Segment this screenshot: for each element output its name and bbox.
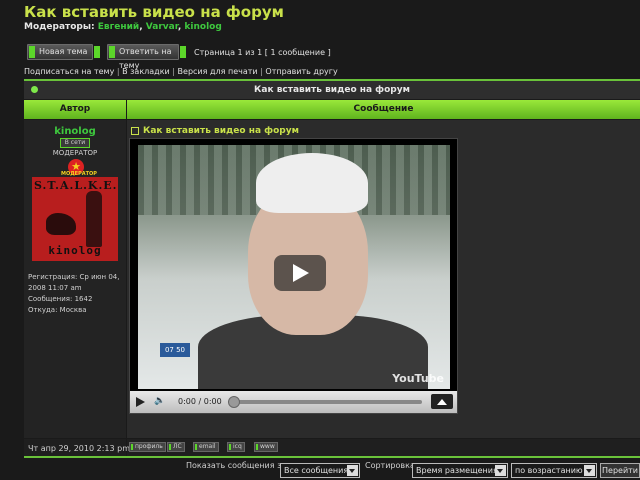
avatar-text-top: S.T.A.L.K.E.R <box>34 179 118 192</box>
online-badge: В сети <box>60 138 90 148</box>
author-registered: Регистрация: Ср июн 04, 2008 11:07 am <box>28 273 120 292</box>
go-button[interactable]: Перейти <box>600 463 640 478</box>
sort-label: Сортировка <box>365 461 415 470</box>
video-player[interactable]: 07 50 YouTube 🔈 0:00 / 0:00 <box>129 138 458 414</box>
show-posts-select[interactable]: Все сообщения <box>280 463 360 478</box>
sort-value: Время размещения <box>416 466 498 475</box>
sort-select[interactable]: Время размещения <box>412 463 508 478</box>
profile-button[interactable]: профиль <box>129 442 166 452</box>
author-panel: kinolog В сети МОДЕРАТОР ★ МОДЕРАТОР S.T… <box>24 120 126 438</box>
moderators-line: Модераторы: Евгений, Varvar, kinolog <box>24 22 222 32</box>
seek-bar[interactable] <box>228 400 422 404</box>
col-author-header: Автор <box>24 100 126 119</box>
email-friend-link[interactable]: Отправить другу <box>265 67 337 76</box>
moderator-link[interactable]: Евгений <box>98 22 139 32</box>
chevron-down-icon <box>495 465 506 476</box>
icq-button[interactable]: icq <box>227 442 245 452</box>
pagination-info: Страница 1 из 1 [ 1 сообщение ] <box>194 48 331 57</box>
print-link[interactable]: Версия для печати <box>178 67 258 76</box>
seek-handle[interactable] <box>228 396 240 408</box>
author-posts: Сообщения: 1642 <box>28 295 93 303</box>
avatar-figure <box>86 191 102 247</box>
new-topic-button[interactable]: Новая тема <box>27 44 100 60</box>
reply-button[interactable]: Ответить на тему <box>107 44 186 70</box>
author-info: Регистрация: Ср июн 04, 2008 11:07 am Со… <box>28 272 126 316</box>
topic-header-title: Как вставить видео на форум <box>254 85 410 95</box>
post-title[interactable]: Как вставить видео на форум <box>131 126 299 136</box>
email-button[interactable]: email <box>193 442 219 452</box>
volume-icon[interactable]: 🔈 <box>154 396 165 406</box>
moderator-link[interactable]: Varvar <box>146 22 178 32</box>
eject-icon[interactable] <box>431 394 453 409</box>
youtube-watermark[interactable]: YouTube <box>392 372 444 385</box>
message-panel: Как вставить видео на форум 07 50 YouTub… <box>127 120 640 438</box>
play-overlay-icon[interactable] <box>274 255 326 291</box>
topic-links: Подписаться на тему | В закладки | Верси… <box>24 67 338 76</box>
author-name[interactable]: kinolog <box>24 126 126 137</box>
channel-tag: 07 50 <box>160 343 190 357</box>
avatar: S.T.A.L.K.E.R kinolog <box>32 177 118 261</box>
col-message-header: Сообщение <box>127 100 640 119</box>
chevron-down-icon <box>347 465 358 476</box>
avatar-text-bottom: kinolog <box>48 244 102 257</box>
divider <box>24 456 640 458</box>
page-title[interactable]: Как вставить видео на форум <box>24 3 284 21</box>
author-from: Откуда: Москва <box>28 306 87 314</box>
bookmark-link[interactable]: В закладки <box>122 67 170 76</box>
pm-button[interactable]: ЛС <box>167 442 185 452</box>
video-time: 0:00 / 0:00 <box>178 397 222 406</box>
www-button[interactable]: www <box>254 442 278 452</box>
order-select[interactable]: по возрастанию <box>511 463 597 478</box>
post-date: Чт апр 29, 2010 2:13 pm <box>28 444 130 453</box>
topic-header-bar: Как вставить видео на форум <box>24 79 640 99</box>
video-frame[interactable]: 07 50 YouTube <box>138 145 450 389</box>
player-controls: 🔈 0:00 / 0:00 <box>130 391 457 413</box>
play-icon[interactable] <box>136 397 145 407</box>
moderators-label: Модераторы: <box>24 22 95 32</box>
author-role: МОДЕРАТОР <box>52 149 98 157</box>
chevron-down-icon <box>584 465 595 476</box>
order-value: по возрастанию <box>515 466 583 475</box>
subscribe-link[interactable]: Подписаться на тему <box>24 67 114 76</box>
avatar-dog <box>46 213 76 235</box>
show-posts-value: Все сообщения <box>284 466 349 475</box>
show-posts-label: Показать сообщения за: <box>186 461 289 470</box>
video-cap <box>256 153 368 213</box>
moderator-link[interactable]: kinolog <box>184 22 221 32</box>
